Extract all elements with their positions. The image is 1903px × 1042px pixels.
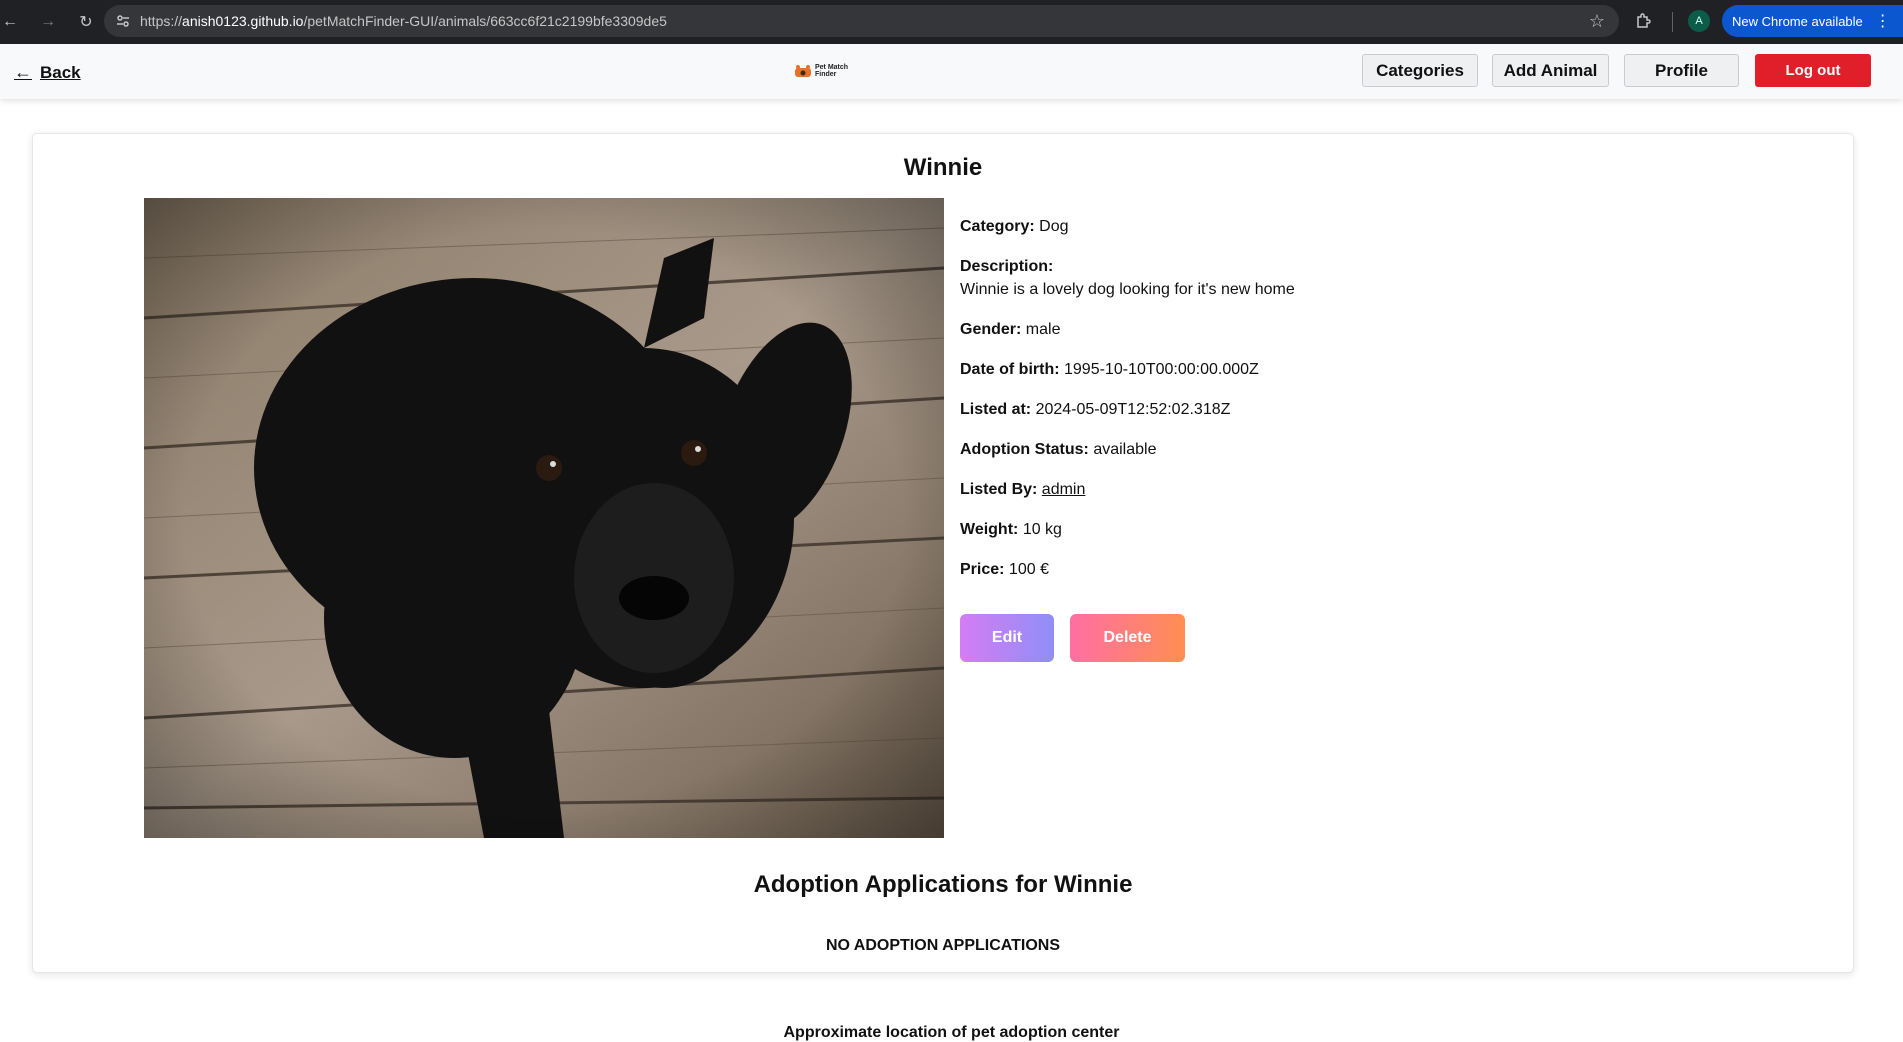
toolbar-divider [1672, 12, 1673, 32]
status-value: available [1093, 441, 1157, 458]
url-text: https://anish0123.github.io/petMatchFind… [140, 13, 667, 29]
add-animal-button[interactable]: Add Animal [1492, 54, 1609, 87]
site-settings-icon[interactable] [114, 12, 132, 30]
paw-logo-icon [795, 65, 811, 77]
address-bar[interactable]: https://anish0123.github.io/petMatchFind… [104, 5, 1619, 37]
weight-label: Weight: [960, 521, 1019, 538]
categories-button[interactable]: Categories [1362, 54, 1478, 87]
listed-at-row: Listed at: 2024-05-09T12:52:02.318Z [960, 401, 1660, 418]
dob-row: Date of birth: 1995-10-10T00:00:00.000Z [960, 361, 1660, 378]
arrow-left-icon: ← [14, 62, 32, 82]
pet-match-finder-logo[interactable]: Pet Match Finder [794, 64, 848, 78]
logo-text-line1: Pet Match [815, 64, 849, 71]
status-label: Adoption Status: [960, 441, 1089, 458]
gender-row: Gender: male [960, 321, 1660, 338]
app-header: ← Back Pet Match Finder Categories Add A… [0, 44, 1903, 99]
logo-text-line2: Finder [815, 71, 837, 78]
map-section-label: Approximate location of pet adoption cen… [783, 1024, 1120, 1041]
profile-avatar[interactable]: A [1688, 10, 1710, 32]
category-value: Dog [1039, 218, 1069, 235]
description-label: Description: [960, 258, 1054, 275]
description-value: Winnie is a lovely dog looking for it's … [960, 281, 1295, 298]
listed-by-row: Listed By: admin [960, 481, 1660, 498]
chrome-update-button[interactable]: New Chrome available ⋮ [1722, 5, 1903, 37]
back-link[interactable]: ← Back [14, 62, 81, 83]
logout-button[interactable]: Log out [1755, 54, 1871, 87]
animal-name: Winnie [903, 154, 983, 181]
weight-row: Weight: 10 kg [960, 521, 1660, 538]
listed-at-label: Listed at: [960, 401, 1032, 418]
forward-arrow-icon[interactable]: → [38, 12, 58, 32]
reload-icon[interactable]: ↻ [76, 12, 96, 32]
dob-label: Date of birth: [960, 361, 1060, 378]
delete-button[interactable]: Delete [1070, 614, 1185, 662]
animal-card: Winnie Category: Dog Description: Winnie… [32, 133, 1854, 973]
gender-label: Gender: [960, 321, 1022, 338]
applications-title: Adoption Applications for Winnie [753, 871, 1133, 898]
status-row: Adoption Status: available [960, 441, 1660, 458]
more-menu-icon[interactable]: ⋮ [1875, 11, 1891, 31]
price-row: Price: 100 € [960, 561, 1660, 578]
profile-button[interactable]: Profile [1624, 54, 1739, 87]
back-arrow-icon[interactable]: ← [0, 12, 20, 32]
edit-button[interactable]: Edit [960, 614, 1054, 662]
extensions-icon[interactable] [1634, 12, 1652, 30]
category-row: Category: Dog [960, 218, 1660, 235]
listed-by-label: Listed By: [960, 481, 1038, 498]
gender-value: male [1025, 321, 1061, 338]
listed-by-link[interactable]: admin [1042, 481, 1086, 498]
bookmark-star-icon[interactable]: ☆ [1589, 11, 1605, 32]
description-row: Description: Winnie is a lovely dog look… [960, 258, 1660, 298]
price-label: Price: [960, 561, 1005, 578]
no-applications-text: NO ADOPTION APPLICATIONS [825, 937, 1061, 954]
dob-value: 1995-10-10T00:00:00.000Z [1064, 361, 1259, 378]
animal-photo [144, 198, 944, 838]
price-value: 100 € [1008, 561, 1049, 578]
category-label: Category: [960, 218, 1035, 235]
chrome-update-label: New Chrome available [1732, 13, 1863, 29]
listed-at-value: 2024-05-09T12:52:02.318Z [1035, 401, 1231, 418]
weight-value: 10 kg [1022, 521, 1062, 538]
browser-toolbar: ← → ↻ https://anish0123.github.io/petMat… [0, 0, 1903, 44]
back-label: Back [40, 62, 81, 82]
animal-details: Category: Dog Description: Winnie is a l… [960, 218, 1660, 601]
animal-actions: Edit Delete [960, 614, 1185, 662]
